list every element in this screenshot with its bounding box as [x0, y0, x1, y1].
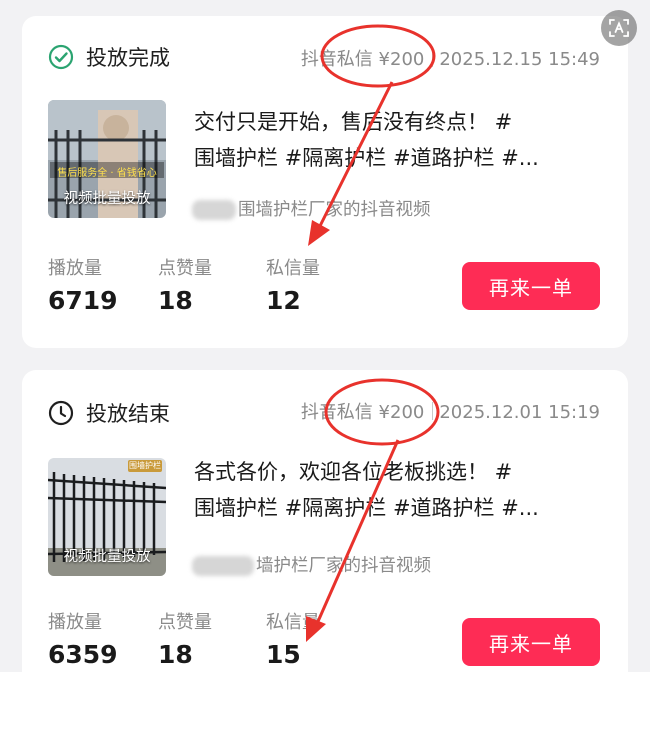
- campaign-card[interactable]: 投放结束 抖音私信 ¥200 2025.12.01 15:19 围墙护栏 视频批量…: [22, 370, 628, 672]
- video-title-line: 围墙护栏 #隔离护栏 #道路护栏 #...: [194, 146, 539, 170]
- stat-label-likes: 点赞量: [158, 612, 212, 633]
- stat-value-messages: 15: [266, 640, 301, 669]
- image-text-recognition-button[interactable]: [601, 10, 637, 46]
- image-text-recognition-icon: [609, 19, 629, 37]
- video-thumbnail[interactable]: 围墙护栏 视频批量投放: [48, 458, 166, 576]
- reorder-button[interactable]: 再来一单: [462, 618, 600, 666]
- stat-value-likes: 18: [158, 640, 193, 669]
- thumbnail-caption: 视频批量投放: [63, 549, 151, 565]
- status-label: 投放结束: [86, 402, 170, 426]
- video-source: 墙护栏厂家的抖音视频: [192, 552, 431, 577]
- divider: [432, 402, 434, 420]
- stat-label-plays: 播放量: [48, 258, 102, 279]
- video-title-line: 各式各价，欢迎各位老板挑选！ #: [194, 460, 513, 484]
- order-meta: 抖音私信 ¥200 2025.12.15 15:49: [301, 45, 600, 71]
- thumbnail-overlay-text: 售后服务全 · 省钱省心: [57, 168, 157, 179]
- clock-icon: [48, 400, 74, 426]
- thumbnail-caption: 视频批量投放: [63, 191, 151, 207]
- video-title[interactable]: 各式各价，欢迎各位老板挑选！ # 围墙护栏 #隔离护栏 #道路护栏 #...: [194, 454, 602, 526]
- video-source: 围墙护栏厂家的抖音视频: [192, 196, 431, 221]
- stat-value-messages: 12: [266, 286, 301, 315]
- thumbnail-overlay-text: 围墙护栏: [129, 461, 161, 470]
- order-meta: 抖音私信 ¥200 2025.12.01 15:19: [301, 398, 600, 424]
- stat-label-likes: 点赞量: [158, 258, 212, 279]
- channel-price: 抖音私信 ¥200: [300, 402, 425, 423]
- stat-label-messages: 私信量: [266, 258, 320, 279]
- order-datetime: 2025.12.01 15:19: [439, 402, 600, 423]
- video-title-line: 围墙护栏 #隔离护栏 #道路护栏 #...: [194, 496, 539, 520]
- stat-value-plays: 6359: [48, 640, 118, 669]
- campaign-card[interactable]: 投放完成 抖音私信 ¥200 2025.12.15 15:49 售后服务全 · 省…: [22, 16, 628, 348]
- check-circle-icon: [48, 44, 74, 70]
- reorder-button[interactable]: 再来一单: [462, 262, 600, 310]
- redacted-name: [192, 200, 236, 220]
- stat-value-likes: 18: [158, 286, 193, 315]
- video-thumbnail[interactable]: 售后服务全 · 省钱省心 视频批量投放: [48, 100, 166, 218]
- video-title[interactable]: 交付只是开始，售后没有终点！ # 围墙护栏 #隔离护栏 #道路护栏 #...: [194, 104, 602, 176]
- stat-value-plays: 6719: [48, 286, 118, 315]
- status-label: 投放完成: [86, 46, 170, 70]
- divider: [432, 49, 434, 67]
- stat-label-messages: 私信量: [266, 612, 320, 633]
- video-source-text: 围墙护栏厂家的抖音视频: [238, 200, 431, 220]
- channel-price: 抖音私信 ¥200: [300, 49, 425, 70]
- order-datetime: 2025.12.15 15:49: [439, 49, 600, 70]
- stat-label-plays: 播放量: [48, 612, 102, 633]
- redacted-name: [192, 556, 254, 576]
- video-source-text: 墙护栏厂家的抖音视频: [256, 556, 431, 576]
- video-title-line: 交付只是开始，售后没有终点！ #: [194, 110, 513, 134]
